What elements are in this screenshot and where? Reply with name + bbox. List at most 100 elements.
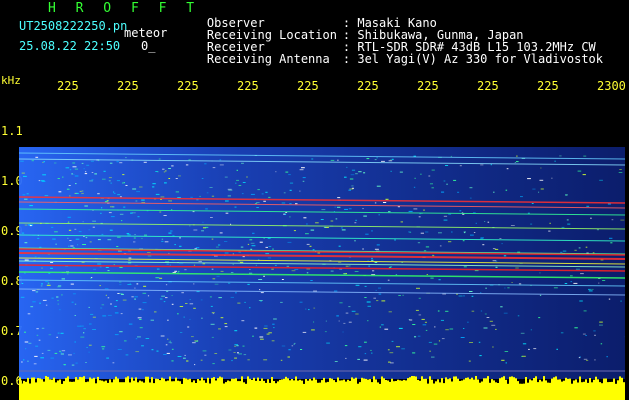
noise-floor-bar (323, 377, 325, 400)
noise-speckle (582, 333, 586, 335)
noise-speckle (236, 345, 239, 347)
noise-speckle (354, 271, 359, 272)
noise-floor-bar (495, 382, 497, 400)
noise-speckle (56, 286, 61, 288)
noise-speckle (263, 359, 268, 361)
noise-speckle (402, 294, 404, 296)
noise-speckle (303, 217, 307, 219)
noise-speckle (374, 159, 377, 161)
noise-speckle (445, 329, 449, 331)
noise-speckle (139, 327, 143, 329)
noise-speckle (367, 259, 369, 261)
noise-speckle (570, 275, 573, 277)
noise-speckle (609, 237, 613, 239)
noise-speckle (340, 227, 343, 229)
noise-speckle (240, 246, 244, 248)
noise-speckle (74, 228, 77, 230)
noise-floor-bar (143, 382, 145, 400)
noise-speckle (66, 167, 70, 169)
noise-speckle (57, 300, 59, 302)
noise-speckle (189, 303, 194, 305)
noise-speckle (484, 313, 487, 315)
noise-speckle (74, 341, 76, 343)
noise-speckle (116, 180, 120, 182)
noise-speckle (480, 310, 483, 312)
noise-speckle (530, 223, 533, 225)
noise-floor-bar (247, 376, 249, 400)
noise-speckle (126, 233, 130, 235)
noise-speckle (93, 268, 97, 270)
noise-speckle (183, 316, 185, 318)
noise-speckle (398, 327, 403, 329)
noise-floor-bar (157, 378, 159, 400)
noise-speckle (71, 301, 74, 303)
noise-speckle (168, 232, 172, 234)
noise-speckle (264, 325, 268, 327)
noise-speckle (469, 187, 473, 189)
noise-floor-bar (283, 378, 285, 400)
noise-speckle (209, 296, 212, 298)
noise-speckle (25, 348, 27, 350)
noise-speckle (156, 268, 160, 270)
noise-speckle (72, 166, 77, 168)
noise-speckle (364, 297, 367, 298)
noise-speckle (70, 245, 74, 247)
noise-speckle (193, 307, 196, 309)
noise-speckle (108, 180, 111, 182)
noise-speckle (445, 165, 449, 166)
noise-speckle (560, 332, 564, 334)
noise-speckle (531, 203, 534, 204)
noise-speckle (144, 234, 147, 236)
noise-speckle (478, 341, 481, 343)
noise-speckle (212, 167, 216, 169)
noise-floor-bar (235, 378, 237, 400)
noise-floor-bar (97, 376, 99, 400)
noise-speckle (191, 336, 194, 338)
noise-speckle (364, 341, 367, 343)
noise-floor-bar (93, 377, 95, 400)
noise-floor-bar (413, 376, 415, 400)
noise-floor-bar (23, 380, 25, 400)
noise-floor-bar (597, 379, 599, 400)
noise-speckle (321, 209, 326, 211)
noise-speckle (134, 234, 136, 235)
spectrogram-plot (19, 75, 625, 400)
noise-speckle (117, 349, 122, 350)
noise-speckle (189, 299, 191, 300)
noise-floor-bar (445, 377, 447, 400)
noise-speckle (69, 195, 71, 197)
noise-speckle (463, 295, 465, 297)
noise-speckle (72, 162, 76, 164)
noise-floor-bar (583, 381, 585, 400)
noise-speckle (50, 262, 54, 263)
noise-speckle (73, 173, 75, 175)
noise-speckle (75, 183, 77, 185)
noise-speckle (82, 244, 86, 245)
noise-speckle (183, 357, 186, 359)
noise-floor-bar (501, 377, 503, 400)
noise-speckle (355, 173, 358, 175)
noise-floor-bar (393, 381, 395, 400)
noise-speckle (284, 213, 287, 215)
noise-floor-bar (297, 380, 299, 400)
noise-speckle (40, 180, 45, 182)
noise-speckle (518, 283, 522, 285)
noise-floor-bar (507, 383, 509, 400)
noise-floor-bar (487, 376, 489, 400)
noise-speckle (250, 248, 253, 250)
noise-floor-bar (229, 381, 231, 400)
noise-floor-bar (41, 379, 43, 400)
noise-speckle (72, 293, 76, 295)
noise-speckle (280, 301, 283, 303)
noise-speckle (159, 277, 163, 279)
noise-speckle (376, 244, 380, 246)
noise-speckle (42, 161, 44, 163)
noise-speckle (335, 218, 338, 220)
noise-speckle (540, 167, 542, 169)
noise-speckle (244, 301, 246, 303)
noise-speckle (355, 284, 360, 286)
noise-speckle (177, 356, 182, 357)
noise-speckle (400, 221, 403, 223)
noise-speckle (218, 297, 222, 299)
noise-floor-bar (375, 379, 377, 400)
